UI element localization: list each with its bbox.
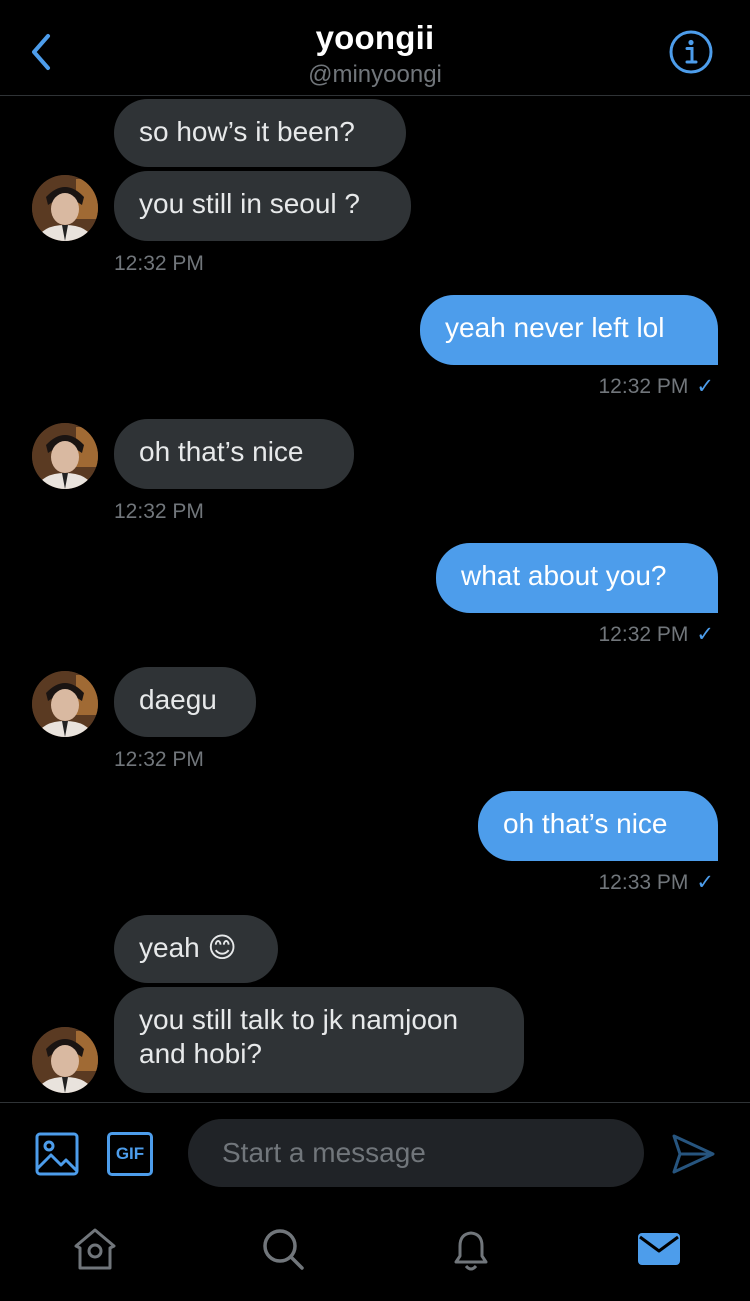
outgoing-message-bubble[interactable]: oh that’s nice [478,791,718,861]
read-check-icon: ✓ [696,375,714,398]
message-text: so how’s it been? [139,116,355,147]
outgoing-message-bubble[interactable]: what about you? [436,543,718,613]
conversation-title-block[interactable]: yoongii @minyoongi [0,18,750,90]
avatar[interactable] [32,175,98,241]
incoming-message-bubble[interactable]: you still in seoul ? [114,171,411,241]
outgoing-message-bubble[interactable]: yeah never left lol [420,295,718,365]
bell-icon[interactable] [446,1224,496,1274]
message-text: oh that’s nice [139,436,304,467]
message-thread[interactable]: so how’s it been? you still in seoul ? 1… [0,96,750,1102]
image-icon[interactable] [34,1131,80,1177]
avatar-photo [32,175,98,241]
message-text: yeah 😊 [139,932,237,963]
avatar[interactable] [32,1027,98,1093]
incoming-message-bubble[interactable]: oh that’s nice [114,419,354,489]
conversation-header: yoongii @minyoongi [0,0,750,96]
message-text: you still in seoul ? [139,188,361,219]
read-check-icon: ✓ [696,871,714,894]
incoming-message-bubble[interactable]: you still talk to jk namjoon and hobi? [114,987,524,1093]
search-icon[interactable] [258,1224,308,1274]
bottom-tab-bar [0,1202,750,1301]
message-text: you still talk to jk namjoon and hobi? [139,1004,459,1069]
message-text: daegu [139,684,217,715]
message-text: yeah never left lol [445,312,665,343]
avatar-photo [32,671,98,737]
incoming-message-bubble[interactable]: so how’s it been? [114,99,406,167]
avatar[interactable] [32,671,98,737]
avatar-photo [32,1027,98,1093]
avatar[interactable] [32,423,98,489]
read-check-icon: ✓ [696,623,714,646]
incoming-message-bubble[interactable]: daegu [114,667,256,737]
info-icon[interactable] [668,29,714,75]
message-composer: GIF [0,1102,750,1202]
avatar-photo [32,423,98,489]
message-text: oh that’s nice [503,808,668,839]
message-timestamp: 12:32 PM [114,748,204,771]
message-timestamp: 12:32 PM [114,252,204,275]
send-icon[interactable] [670,1131,716,1177]
home-icon[interactable] [70,1224,120,1274]
message-timestamp: 12:33 PM ✓ [598,871,715,894]
message-timestamp: 12:32 PM ✓ [598,623,715,646]
conversation-handle: @minyoongi [308,61,442,88]
message-input[interactable] [188,1119,644,1187]
message-text: what about you? [461,560,667,591]
mail-icon[interactable] [634,1224,684,1274]
gif-icon[interactable]: GIF [107,1132,153,1176]
conversation-title: yoongii [315,19,435,56]
message-timestamp: 12:32 PM [114,500,204,523]
incoming-message-bubble[interactable]: yeah 😊 [114,915,278,983]
message-timestamp: 12:32 PM ✓ [598,375,715,398]
